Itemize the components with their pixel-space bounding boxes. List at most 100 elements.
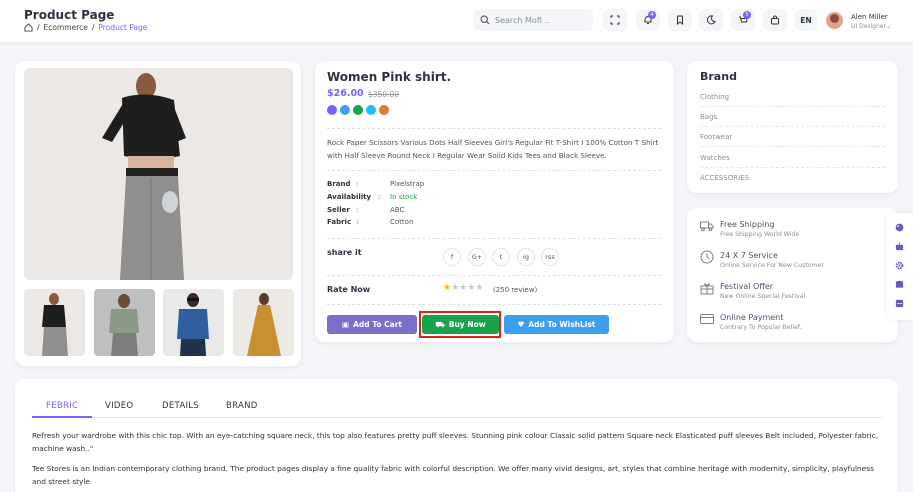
product-description: Rock Paper Scissors Various Dots Half Sl… — [327, 138, 659, 160]
thumbnail-image — [94, 289, 155, 356]
twitter-icon[interactable]: t — [492, 248, 510, 266]
divider — [700, 146, 885, 147]
color-swatch[interactable] — [379, 105, 389, 115]
tab-video[interactable]: VIDEO — [105, 401, 133, 411]
tab-divider — [32, 417, 882, 418]
bookmark-icon — [677, 15, 683, 25]
google-plus-icon[interactable]: G+ — [468, 248, 486, 266]
color-swatch[interactable] — [353, 105, 363, 115]
divider — [700, 106, 885, 107]
notification-button[interactable]: 4 — [636, 9, 660, 31]
divider — [327, 170, 661, 171]
brand-item-accessories[interactable]: ACCESSORIES — [700, 174, 749, 182]
color-swatch[interactable] — [366, 105, 376, 115]
services-card — [687, 208, 898, 342]
product-thumbnail-1[interactable] — [24, 289, 85, 356]
service-subtitle: New Online Special Festival — [720, 293, 806, 300]
database-icon[interactable] — [895, 280, 904, 289]
tab-paragraph: Refresh your wardrobe with this chic top… — [32, 431, 879, 453]
add-to-cart-button[interactable]: ▣ Add To Cart — [327, 315, 417, 334]
rss-icon[interactable]: rss — [541, 248, 559, 266]
bag-icon: ▣ — [342, 320, 350, 329]
thumbnail-image — [163, 289, 224, 356]
search-placeholder: Search Mofi .. — [495, 15, 550, 25]
brand-item-bags[interactable]: Bags — [700, 113, 717, 121]
brand-item-clothing[interactable]: Clothing — [700, 93, 729, 101]
brand-item-footwear[interactable]: Footwear — [700, 133, 732, 141]
cart-button[interactable]: 5 — [731, 9, 755, 31]
thumbnail-image — [233, 289, 294, 356]
credit-card-icon — [700, 314, 714, 324]
bookmark-button[interactable] — [668, 9, 692, 31]
service-title: Free Shipping — [720, 220, 775, 229]
color-swatch[interactable] — [327, 105, 337, 115]
spec-row: Seller: ABC — [327, 206, 405, 214]
avatar[interactable] — [826, 12, 843, 29]
divider — [700, 126, 885, 127]
star-rating[interactable]: ★★★★★ — [443, 283, 483, 293]
color-swatch[interactable] — [340, 105, 350, 115]
tab-febric[interactable]: FEBRIC — [46, 401, 78, 411]
clock-icon — [700, 250, 714, 264]
fullscreen-button[interactable] — [603, 9, 627, 31]
service-title: Online Payment — [720, 313, 784, 322]
fullscreen-icon — [610, 15, 620, 25]
bag-button[interactable] — [763, 9, 787, 31]
product-price: $26.00 — [327, 88, 364, 99]
brand-item-watches[interactable]: Watches — [700, 154, 730, 162]
service-subtitle: Contrary To Popular Belief. — [720, 324, 802, 331]
star-icon[interactable]: ★ — [451, 283, 459, 293]
product-name: Women Pink shirt. — [327, 70, 452, 84]
breadcrumb-ecommerce[interactable]: Ecommerce — [44, 23, 88, 32]
brand-title: Brand — [700, 70, 737, 83]
instagram-icon[interactable]: ig — [517, 248, 535, 266]
user-name[interactable]: Alen Miller — [851, 13, 888, 21]
divider — [327, 275, 661, 276]
gift-icon — [700, 283, 714, 295]
tab-brand[interactable]: BRAND — [226, 401, 258, 411]
product-thumbnail-2[interactable] — [94, 289, 155, 356]
moon-icon — [706, 15, 716, 25]
search-input[interactable]: Search Mofi .. — [473, 9, 593, 31]
page-title: Product Page — [24, 8, 115, 22]
tab-paragraph: Tee Stores is an Indian contemporary clo… — [32, 464, 874, 486]
breadcrumb: / Ecommerce / Product Page — [24, 23, 147, 32]
top-header: Product Page / Ecommerce / Product Page … — [0, 0, 913, 42]
cart-badge: 5 — [743, 11, 751, 19]
divider — [327, 304, 661, 305]
gear-icon[interactable] — [895, 261, 904, 270]
language-selector[interactable]: EN — [795, 9, 817, 31]
model-figure-image — [24, 68, 293, 280]
service-subtitle: Free Shipping World Wide — [720, 231, 800, 238]
product-detail-card — [315, 61, 674, 342]
review-count: (250 review) — [493, 286, 538, 294]
product-main-image — [24, 68, 293, 280]
color-swatches — [327, 105, 389, 115]
spec-row: Fabric: Cotton — [327, 218, 414, 226]
add-to-wishlist-button[interactable]: ♥ Add To WishList — [504, 315, 609, 334]
star-icon[interactable]: ★ — [443, 283, 451, 293]
product-old-price: $350.00 — [368, 90, 400, 99]
home-icon[interactable] — [24, 23, 33, 32]
dark-mode-button[interactable] — [699, 9, 723, 31]
notification-badge: 4 — [648, 11, 656, 19]
search-icon — [480, 15, 490, 25]
archive-icon[interactable] — [895, 299, 904, 308]
facebook-icon[interactable]: f — [443, 248, 461, 266]
robot-icon[interactable] — [895, 242, 904, 251]
heart-icon: ♥ — [517, 320, 525, 329]
spec-row: Availability: In stock — [327, 193, 418, 201]
service-title: 24 X 7 Service — [720, 251, 778, 260]
breadcrumb-current: Product Page — [98, 23, 148, 32]
user-role[interactable]: UI Designer⌄ — [851, 23, 891, 30]
shopping-bag-icon — [771, 15, 779, 25]
rate-label: Rate Now — [327, 285, 371, 294]
divider — [327, 128, 661, 129]
divider — [327, 238, 661, 239]
star-icon[interactable]: ★ — [475, 283, 483, 293]
active-tab-indicator — [32, 416, 92, 418]
product-thumbnail-4[interactable] — [233, 289, 294, 356]
palette-icon[interactable] — [895, 223, 904, 232]
tab-details[interactable]: DETAILS — [162, 401, 199, 411]
product-thumbnail-3[interactable] — [163, 289, 224, 356]
